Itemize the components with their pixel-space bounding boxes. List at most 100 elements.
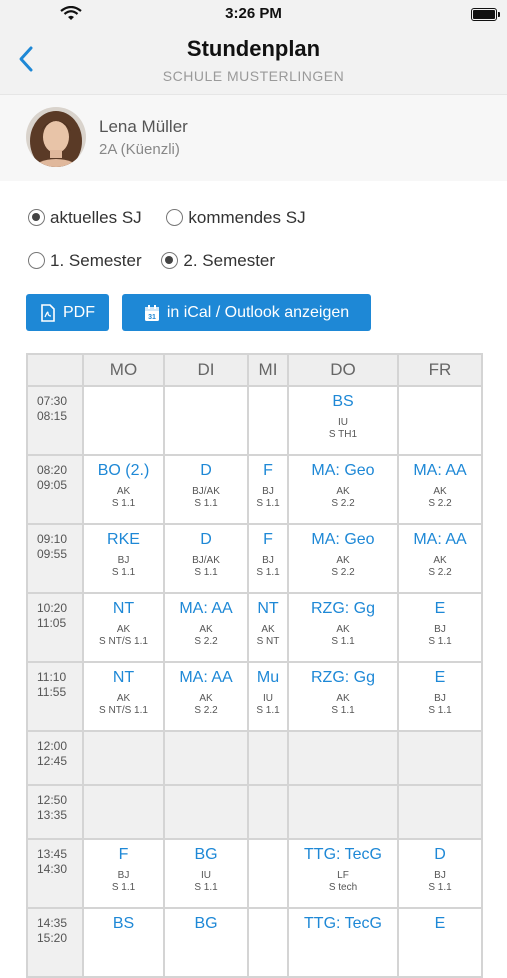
empty-cell (397, 784, 483, 840)
lesson-teacher: BJ/AK (192, 486, 220, 497)
lesson-cell[interactable]: NT AK S NT/S 1.1 (82, 592, 165, 663)
lesson-teacher: BJ (434, 870, 446, 881)
lesson-teacher: BJ (117, 555, 130, 566)
lesson-room: S 1.1 (111, 882, 136, 893)
lesson-time: 12:50 13:35 (26, 784, 84, 840)
lesson-teacher: BJ (262, 486, 274, 497)
radio-next-year[interactable]: kommendes SJ (166, 207, 306, 228)
radio-semester-1[interactable]: 1. Semester (28, 250, 142, 271)
lesson-room: S 2.2 (194, 636, 218, 647)
lesson-subject: MA: AA (179, 669, 233, 686)
page-subtitle: SCHULE MUSTERLINGEN (162, 68, 345, 84)
empty-cell (397, 385, 483, 456)
lesson-cell[interactable]: D BJ/AK S 1.1 (163, 454, 249, 525)
lesson-subject: NT (112, 669, 135, 686)
lesson-room: S NT/S 1.1 (99, 705, 148, 716)
lesson-cell[interactable]: MA: AA AK S 2.2 (163, 661, 249, 732)
lesson-room: S 1.1 (331, 636, 355, 647)
lesson-room: S 1.1 (256, 705, 280, 716)
lesson-cell[interactable]: F BJ S 1.1 (82, 838, 165, 909)
radio-label: 2. Semester (183, 250, 276, 270)
lesson-subject: RKE (107, 531, 140, 548)
empty-cell (287, 730, 399, 786)
lesson-end-time: 09:05 (37, 478, 68, 492)
empty-cell (397, 730, 483, 786)
battery-icon (471, 8, 500, 21)
empty-cell (247, 385, 289, 456)
lesson-start-time: 07:30 (37, 394, 68, 408)
lesson-teacher: BJ/AK (192, 555, 220, 566)
lesson-cell[interactable]: F BJ S 1.1 (247, 523, 289, 594)
lesson-room: S 1.1 (331, 705, 355, 716)
lesson-cell[interactable]: E BJ S 1.1 (397, 661, 483, 732)
lesson-cell[interactable]: MA: Geo AK S 2.2 (287, 523, 399, 594)
lesson-teacher: AK (336, 693, 350, 704)
lesson-teacher: BJ (434, 693, 446, 704)
day-header: MO (82, 353, 165, 387)
pdf-button-label: PDF (63, 303, 95, 321)
lesson-cell[interactable]: BO (2.) AK S 1.1 (82, 454, 165, 525)
lesson-cell[interactable]: D BJ/AK S 1.1 (163, 523, 249, 594)
lesson-cell[interactable]: RZG: Gg AK S 1.1 (287, 661, 399, 732)
lesson-start-time: 08:20 (37, 463, 68, 477)
ical-outlook-button[interactable]: 31 in iCal / Outlook anzeigen (122, 294, 371, 331)
lesson-cell[interactable]: F BJ S 1.1 (247, 454, 289, 525)
empty-cell (247, 784, 289, 840)
lesson-cell[interactable]: NT AK S NT/S 1.1 (82, 661, 165, 732)
lesson-cell[interactable]: MA: AA AK S 2.2 (163, 592, 249, 663)
pdf-button[interactable]: PDF (26, 294, 109, 331)
lesson-room: S 1.1 (428, 636, 452, 647)
lesson-teacher: IU (201, 870, 211, 881)
lesson-subject: MA: AA (179, 600, 233, 617)
lesson-cell[interactable]: RKE BJ S 1.1 (82, 523, 165, 594)
radio-checked-icon (28, 209, 45, 227)
lesson-cell[interactable]: E BJ S 1.1 (397, 592, 483, 663)
lesson-cell[interactable]: E (397, 907, 483, 978)
lesson-teacher: LF (337, 870, 349, 881)
timetable-header: MO DI MI DO FR (26, 353, 483, 387)
lesson-cell[interactable]: NT AK S NT (247, 592, 289, 663)
radio-semester-2[interactable]: 2. Semester (161, 250, 275, 271)
lesson-teacher: AK (116, 486, 131, 497)
lesson-time: 08:20 09:05 (26, 454, 84, 525)
lesson-end-time: 12:45 (37, 754, 68, 768)
lesson-cell[interactable]: BG IU S 1.1 (163, 838, 249, 909)
lesson-room: S 1.1 (194, 567, 218, 578)
lesson-cell[interactable]: D BJ S 1.1 (397, 838, 483, 909)
lesson-cell[interactable]: TTG: TecG (287, 907, 399, 978)
page-title: Stundenplan (186, 36, 321, 61)
empty-cell (287, 784, 399, 840)
radio-unchecked-icon (166, 209, 184, 227)
lesson-teacher: BJ (117, 870, 130, 881)
lesson-cell[interactable]: MA: Geo AK S 2.2 (287, 454, 399, 525)
lesson-subject: NT (112, 600, 135, 617)
lesson-subject: F (263, 531, 273, 548)
lesson-time: 10:20 11:05 (26, 592, 84, 663)
lesson-teacher: AK (336, 555, 350, 566)
lesson-teacher: AK (199, 693, 213, 704)
radio-current-year[interactable]: aktuelles SJ (28, 207, 142, 228)
lesson-cell[interactable]: RZG: Gg AK S 1.1 (287, 592, 399, 663)
lesson-teacher: AK (433, 555, 447, 566)
student-class: 2A (Küenzli) (99, 141, 180, 158)
lesson-cell[interactable]: BS (82, 907, 165, 978)
lesson-teacher: IU (338, 417, 348, 428)
lesson-cell[interactable]: MA: AA AK S 2.2 (397, 454, 483, 525)
student-name: Lena Müller (99, 117, 188, 136)
lesson-cell[interactable]: MA: AA AK S 2.2 (397, 523, 483, 594)
lesson-subject: RZG: Gg (310, 669, 375, 686)
lesson-end-time: 11:55 (37, 685, 67, 699)
svg-text:31: 31 (148, 314, 156, 321)
lesson-cell[interactable]: BG (163, 907, 249, 978)
empty-cell (82, 784, 165, 840)
lesson-room: S 1.1 (111, 498, 136, 509)
lesson-room: S NT/S 1.1 (99, 636, 148, 647)
lesson-room: S 2.2 (428, 498, 452, 509)
lesson-cell[interactable]: TTG: TecG LF S tech (287, 838, 399, 909)
lesson-subject: BG (194, 846, 218, 863)
lesson-subject: E (434, 600, 446, 617)
lesson-cell[interactable]: BS IU S TH1 (287, 385, 399, 456)
day-header: DO (287, 353, 399, 387)
lesson-cell[interactable]: Mu IU S 1.1 (247, 661, 289, 732)
lesson-subject: D (200, 531, 212, 548)
